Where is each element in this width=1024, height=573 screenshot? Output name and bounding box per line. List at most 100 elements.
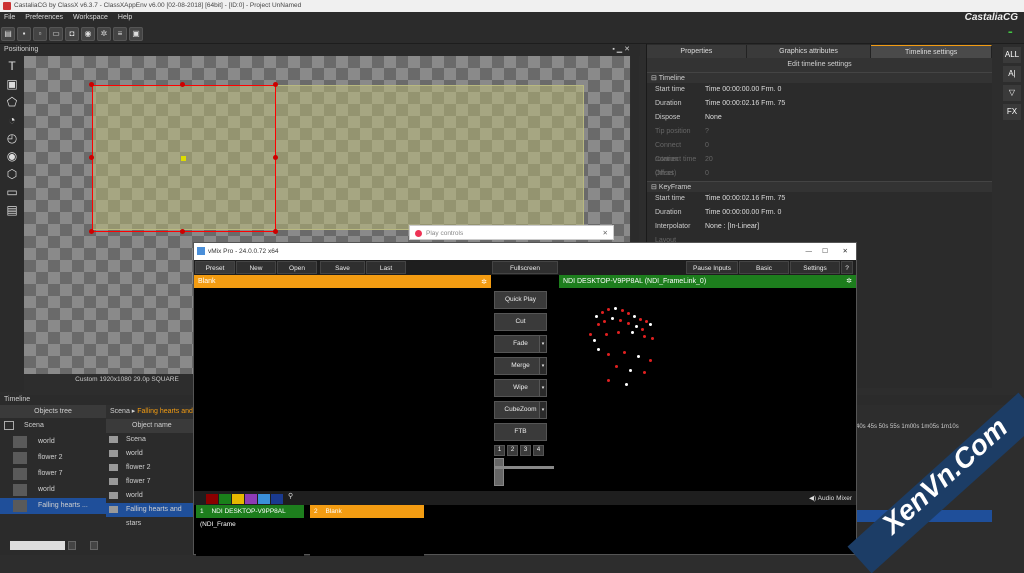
property-row[interactable]: Duration Time 00:00:00.00 Frm. 0 <box>647 206 992 220</box>
resize-handle[interactable] <box>180 229 185 234</box>
transition-button[interactable]: CubeZoom ▾ <box>494 401 547 419</box>
property-row[interactable]: Connect rotation 0 <box>647 139 992 163</box>
t-bar-handle[interactable] <box>494 458 504 486</box>
property-row[interactable]: Tip position? <box>647 125 992 139</box>
open-icon[interactable]: ▤ <box>1 26 15 41</box>
color-swatch[interactable] <box>206 493 218 504</box>
camera-icon[interactable]: ◘ <box>65 26 79 41</box>
resize-handle[interactable] <box>273 229 278 234</box>
sidebar-tool-icon[interactable]: FX <box>1003 104 1021 120</box>
basic-button[interactable]: Basic <box>739 261 789 274</box>
resize-handle[interactable] <box>89 229 94 234</box>
anchor-point[interactable] <box>181 156 186 161</box>
panel-controls-icon[interactable]: ▪ ▁ ✕ <box>612 44 630 56</box>
resize-handle[interactable] <box>89 155 94 160</box>
chevron-down-icon[interactable]: ▾ <box>539 335 547 353</box>
resize-handle[interactable] <box>273 82 278 87</box>
list-item[interactable]: world <box>106 447 194 461</box>
list-item[interactable]: flower 7 <box>106 475 194 489</box>
property-row[interactable]: Start time Time 00:00:00.00 Frm. 0 <box>647 83 992 97</box>
open-button[interactable]: Open <box>277 261 317 274</box>
chevron-down-icon[interactable]: ▾ <box>539 357 547 375</box>
save-icon[interactable]: ▪ <box>17 26 31 41</box>
transition-button[interactable]: FTB <box>494 423 547 441</box>
audio-mixer-button[interactable]: ◀) Audio Mixer <box>809 493 852 504</box>
database-icon[interactable]: ≡ <box>113 26 127 41</box>
input-2[interactable]: 2 Blank <box>310 505 424 556</box>
text-tool-icon[interactable]: T <box>2 58 22 74</box>
monitor-tool-icon[interactable]: ▭ <box>2 184 22 200</box>
zoom-button[interactable] <box>68 541 76 550</box>
preset-button[interactable]: Preset <box>195 261 235 274</box>
list-item[interactable]: Scena <box>106 433 194 447</box>
clock-tool-icon[interactable]: ◴ <box>2 130 22 146</box>
keyframe-group-header[interactable]: ⊟ KeyFrame <box>647 181 992 192</box>
timeline-track-bar[interactable] <box>856 510 992 522</box>
help-button[interactable]: ? <box>841 261 853 274</box>
settings-button[interactable]: Settings <box>790 261 840 274</box>
resize-handle[interactable] <box>273 155 278 160</box>
list-item[interactable]: flower 2 <box>106 461 194 475</box>
color-swatch[interactable] <box>219 493 231 504</box>
breadcrumb-item[interactable]: Falling hearts and <box>137 408 193 415</box>
resize-handle[interactable] <box>180 82 185 87</box>
transition-number-button[interactable]: 1 <box>494 445 505 456</box>
polygon-tool-icon[interactable]: ⬠ <box>2 94 22 110</box>
cube-tool-icon[interactable]: ⬡ <box>2 166 22 182</box>
maximize-icon[interactable]: ☐ <box>822 243 828 260</box>
pie-tool-icon[interactable]: ◔ <box>2 112 22 128</box>
transition-button[interactable]: Merge ▾ <box>494 357 547 375</box>
color-swatch[interactable] <box>232 493 244 504</box>
sidebar-tool-icon[interactable]: ▽ <box>1003 85 1021 101</box>
sidebar-tool-icon[interactable]: ALL <box>1003 47 1021 63</box>
transition-button[interactable]: Quick Play <box>494 291 547 309</box>
transition-number-button[interactable]: 2 <box>507 445 518 456</box>
settings-icon[interactable]: ✲ <box>97 26 111 41</box>
menu-preferences[interactable]: Preferences <box>25 12 63 24</box>
input-1[interactable]: 1 NDI DESKTOP-V9PP8AL (NDI_Frame <box>196 505 304 556</box>
transition-number-button[interactable]: 4 <box>533 445 544 456</box>
play-controls-window[interactable]: Play controls ✕ <box>409 225 614 240</box>
sidebar-tool-icon[interactable]: A| <box>1003 66 1021 82</box>
menu-file[interactable]: File <box>4 12 15 24</box>
zoom-input[interactable] <box>10 541 65 550</box>
pause-inputs-button[interactable]: Pause Inputs <box>686 261 738 274</box>
tree-item[interactable]: Falling hearts ... <box>0 498 106 514</box>
resize-handle[interactable] <box>89 82 94 87</box>
tree-item[interactable]: flower 7 <box>0 466 106 482</box>
eye-icon[interactable]: ◉ <box>81 26 95 41</box>
zoom-button[interactable] <box>90 541 98 550</box>
list-item[interactable]: Falling hearts and stars <box>106 503 194 527</box>
tree-item[interactable]: world <box>0 482 106 498</box>
save-as-icon[interactable]: ▫ <box>33 26 47 41</box>
close-icon[interactable]: ✕ <box>843 243 848 260</box>
color-swatch[interactable] <box>271 493 283 504</box>
property-row[interactable]: Interpolator None : [In-Linear] <box>647 220 992 234</box>
display-icon[interactable]: ▣ <box>129 26 143 41</box>
property-row[interactable]: Connect time (hh:ss) 20 <box>647 153 992 177</box>
menu-help[interactable]: Help <box>118 12 132 24</box>
tree-item[interactable]: flower 2 <box>0 450 106 466</box>
tree-root[interactable]: Scena <box>0 418 106 434</box>
property-row[interactable]: Offset 0 <box>647 167 992 181</box>
new-button[interactable]: New <box>236 261 276 274</box>
last-button[interactable]: Last <box>366 261 406 274</box>
tab-timeline-settings[interactable]: Timeline settings <box>871 44 993 58</box>
video-tool-icon[interactable]: ▤ <box>2 202 22 218</box>
color-swatch[interactable] <box>245 493 257 504</box>
property-row[interactable]: Dispose None <box>647 111 992 125</box>
preview-area[interactable] <box>194 288 491 458</box>
t-bar[interactable] <box>492 458 558 486</box>
transition-button[interactable]: Wipe ▾ <box>494 379 547 397</box>
tab-graphics-attributes[interactable]: Graphics attributes <box>746 44 872 58</box>
minimize-icon[interactable]: — <box>806 243 813 260</box>
crawl-tool-icon[interactable]: ◉ <box>2 148 22 164</box>
breadcrumb-scene[interactable]: Scena <box>110 408 130 415</box>
gear-icon[interactable]: ✲ <box>846 275 852 288</box>
image-tool-icon[interactable]: ▣ <box>2 76 22 92</box>
transition-number-button[interactable]: 3 <box>520 445 531 456</box>
output-preview[interactable] <box>559 288 856 458</box>
property-row[interactable]: Duration Time 00:00:02.16 Frm. 75 <box>647 97 992 111</box>
tree-item[interactable]: world <box>0 434 106 450</box>
transition-button[interactable]: Cut <box>494 313 547 331</box>
